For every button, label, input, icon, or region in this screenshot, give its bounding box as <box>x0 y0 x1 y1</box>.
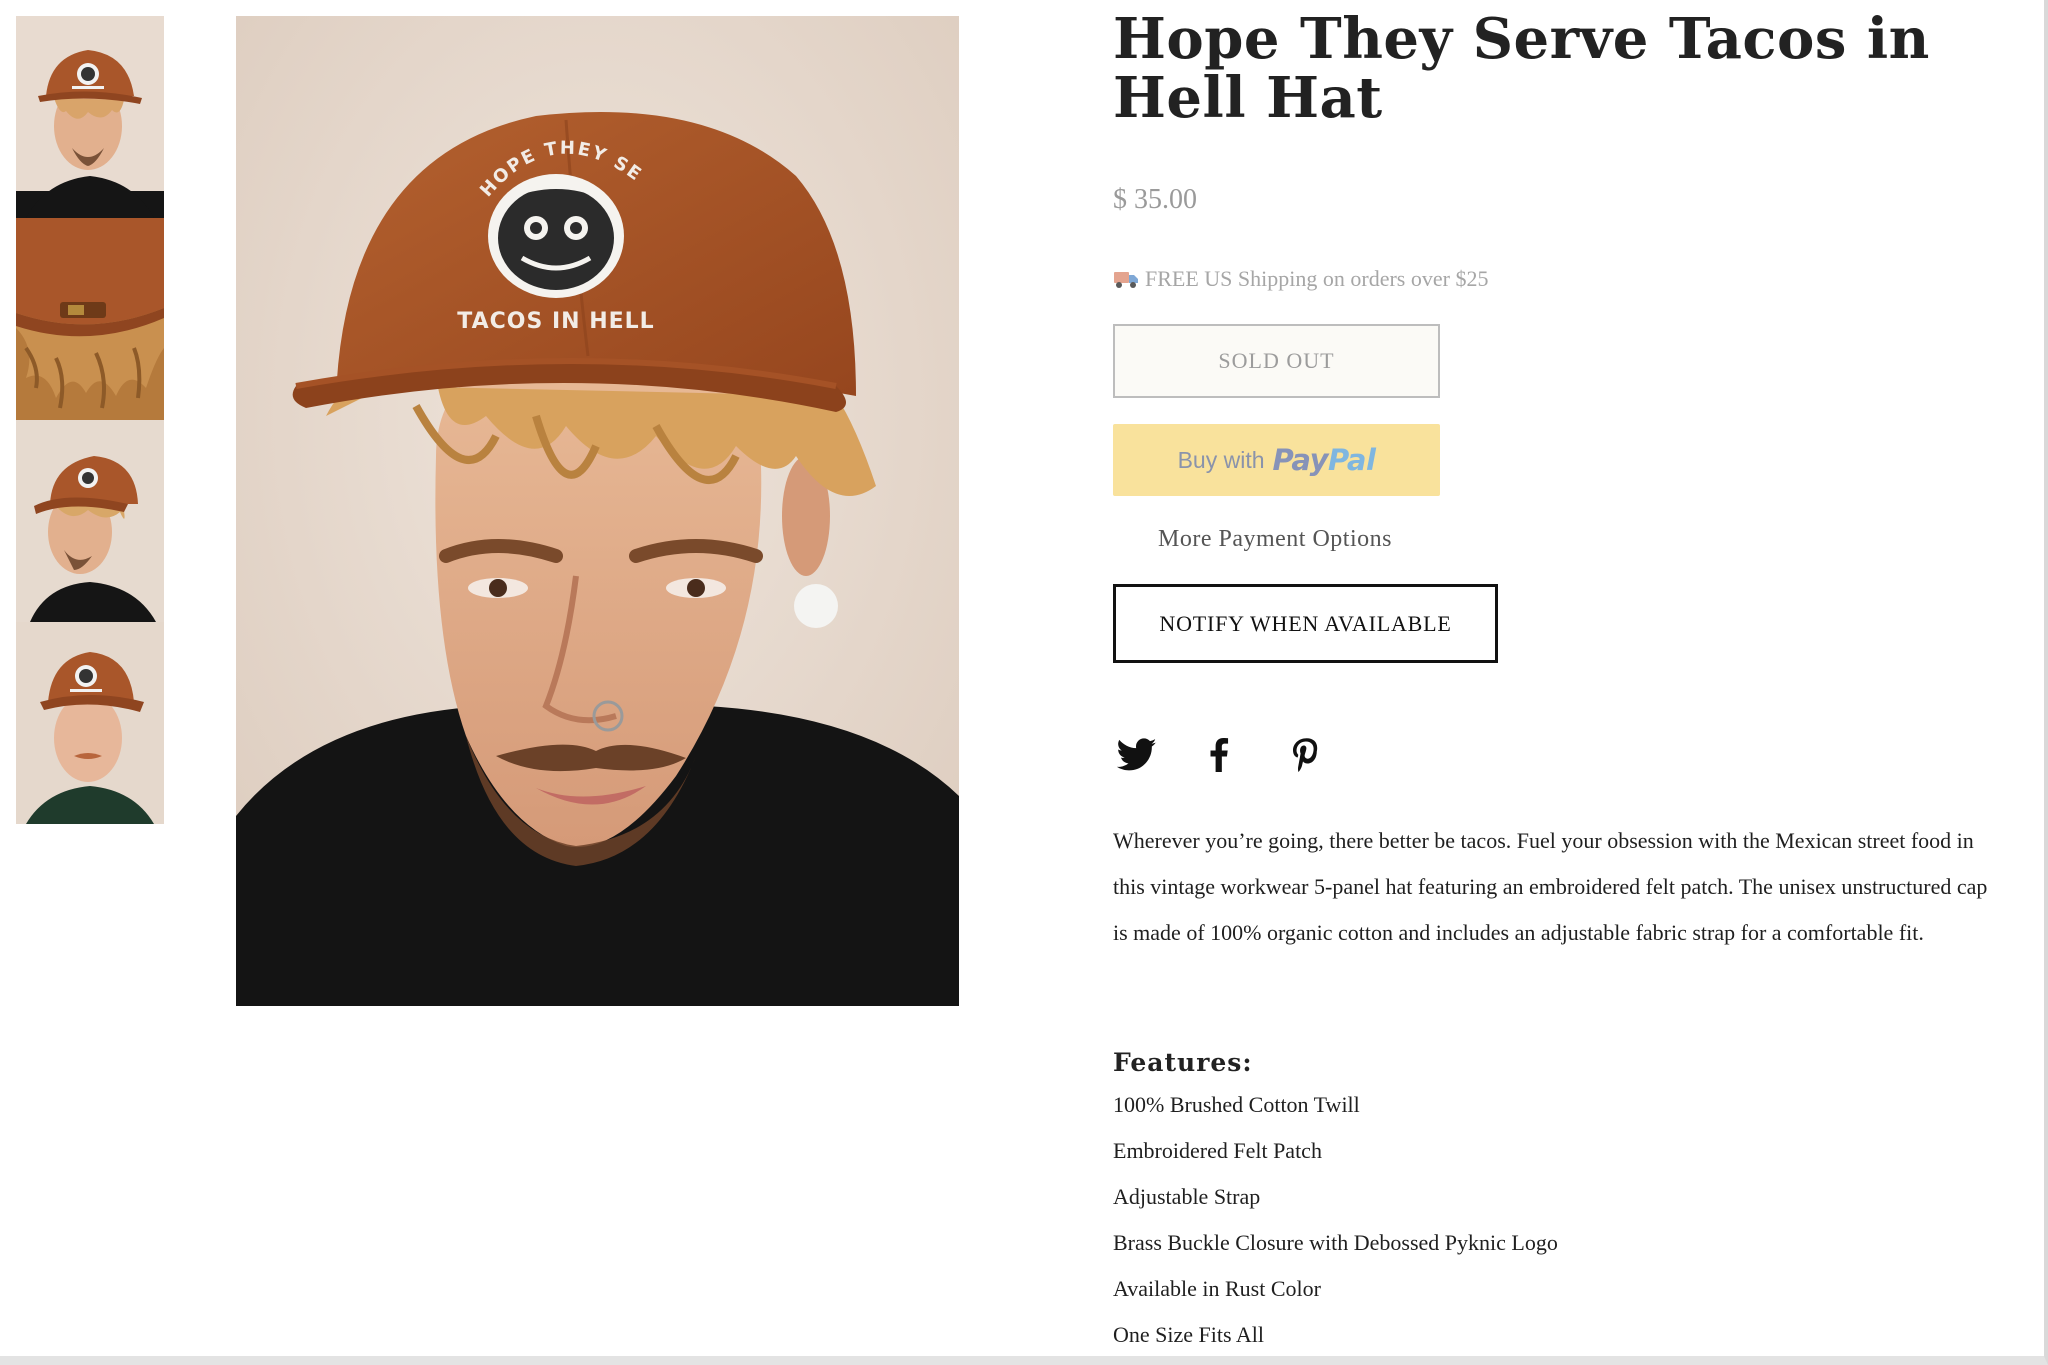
feature-item: 100% Brushed Cotton Twill <box>1113 1092 1360 1117</box>
feature-item: Brass Buckle Closure with Debossed Pykni… <box>1113 1230 1558 1255</box>
thumbnail-gallery <box>16 16 164 824</box>
feature-item: Embroidered Felt Patch <box>1113 1138 1322 1163</box>
facebook-icon[interactable] <box>1209 738 1229 777</box>
paypal-logo: PayPal <box>1273 443 1376 477</box>
shipping-notice: FREE US Shipping on orders over $25 <box>1113 266 1488 292</box>
twitter-icon[interactable] <box>1116 738 1157 777</box>
feature-item: Adjustable Strap <box>1113 1184 1261 1209</box>
product-price: $ 35.00 <box>1113 184 1197 215</box>
product-info: Hope They Serve Tacos in Hell Hat $ 35.0… <box>1113 6 2003 1347</box>
product-description: Wherever you’re going, there better be t… <box>1113 828 1988 945</box>
paypal-button[interactable]: Buy with PayPal <box>1113 424 1440 496</box>
paypal-logo-pay: Pay <box>1272 443 1329 477</box>
paypal-buy-with-label: Buy with <box>1177 446 1265 473</box>
features-heading: Features: <box>1113 1048 1253 1077</box>
feature-item: One Size Fits All <box>1113 1322 1264 1347</box>
product-title: Hope They Serve Tacos in Hell Hat <box>1113 6 1930 131</box>
hat-bottom-text: TACOS IN HELL <box>457 309 654 334</box>
main-product-image: HOPE THEY SERVE TACOS IN HELL <box>236 16 959 1006</box>
truck-icon <box>1113 269 1139 289</box>
thumbnail-side[interactable] <box>16 420 164 622</box>
more-payment-options-link[interactable]: More Payment Options <box>1158 526 1392 553</box>
sold-out-button[interactable]: SOLD OUT <box>1113 324 1440 398</box>
thumbnail-front[interactable] <box>16 16 164 218</box>
features-list: 100% Brushed Cotton Twill Embroidered Fe… <box>1113 1082 1558 1358</box>
thumbnail-model-2[interactable] <box>16 622 164 824</box>
social-share <box>1113 738 1319 777</box>
notify-when-available-button[interactable]: NOTIFY WHEN AVAILABLE <box>1113 584 1498 663</box>
feature-item: Available in Rust Color <box>1113 1276 1321 1301</box>
paypal-logo-pal: Pal <box>1328 443 1376 477</box>
shipping-text: FREE US Shipping on orders over $25 <box>1145 266 1489 291</box>
thumbnail-back[interactable] <box>16 218 164 420</box>
pinterest-icon[interactable] <box>1293 738 1319 777</box>
